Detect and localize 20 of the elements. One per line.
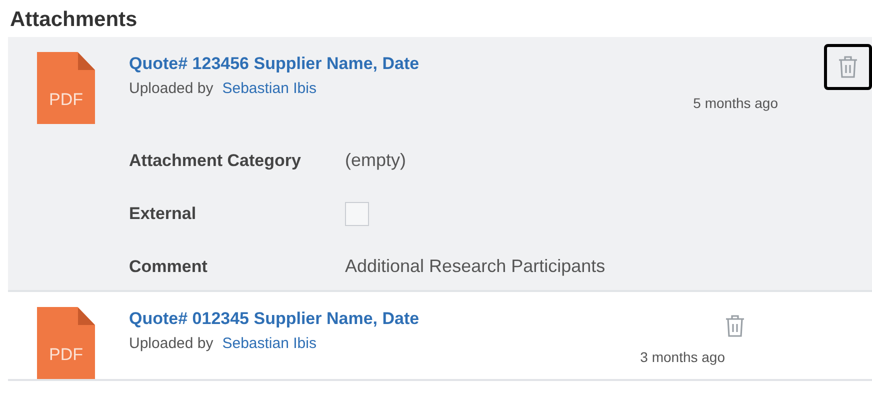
upload-time: 3 months ago bbox=[640, 349, 725, 365]
pdf-file-icon: PDF bbox=[37, 307, 95, 379]
uploader-link[interactable]: Sebastian Ibis bbox=[222, 335, 316, 352]
section-title: Attachments bbox=[9, 7, 138, 33]
delete-button[interactable] bbox=[824, 44, 872, 90]
uploaded-by-label: Uploaded by bbox=[129, 80, 214, 97]
field-label: Comment bbox=[129, 256, 208, 276]
trash-icon bbox=[724, 314, 746, 338]
attachment-link[interactable]: Quote# 123456 Supplier Name, Date bbox=[129, 54, 420, 74]
field-label: Attachment Category bbox=[129, 150, 302, 170]
upload-time: 5 months ago bbox=[693, 95, 778, 111]
uploader-link[interactable]: Sebastian Ibis bbox=[222, 80, 316, 97]
attachment-link[interactable]: Quote# 012345 Supplier Name, Date bbox=[129, 309, 420, 329]
trash-icon bbox=[837, 55, 859, 79]
field-value: (empty) bbox=[345, 150, 406, 171]
field-label: External bbox=[129, 204, 198, 224]
field-value: Additional Research Participants bbox=[345, 256, 606, 277]
checkbox[interactable] bbox=[345, 202, 369, 226]
uploaded-by-label: Uploaded by bbox=[129, 335, 214, 352]
pdf-file-icon: PDF bbox=[37, 52, 95, 124]
